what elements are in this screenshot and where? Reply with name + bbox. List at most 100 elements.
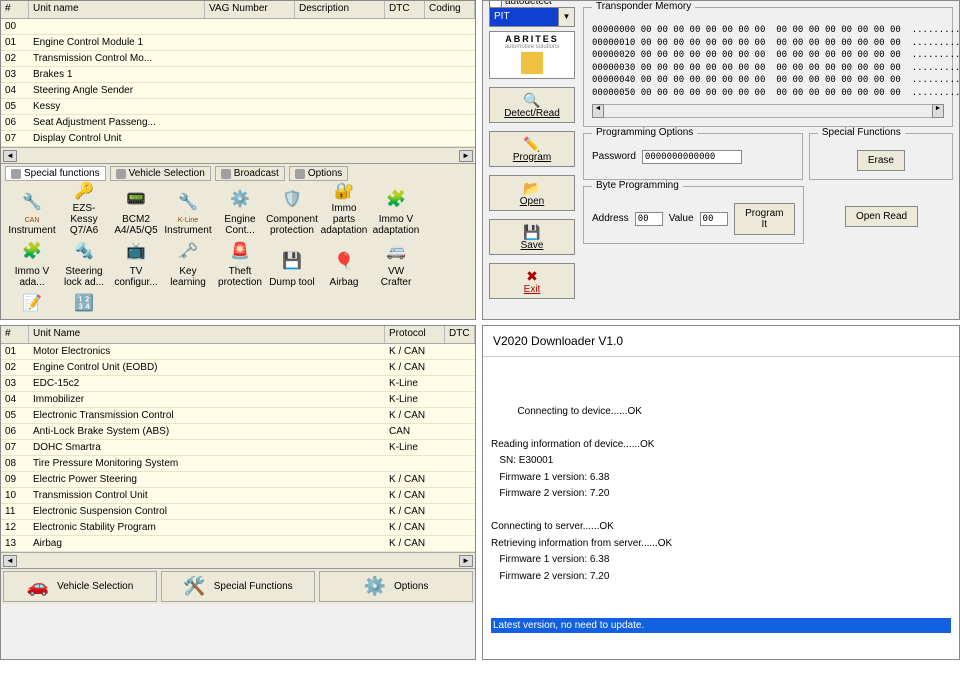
table-row[interactable]: 01Motor ElectronicsK / CAN (1, 344, 475, 360)
erase-button[interactable]: Erase (857, 150, 905, 171)
address-input[interactable] (635, 212, 663, 226)
tool-bcm2[interactable]: 📟BCM2 A4/A5/Q5 (111, 187, 161, 237)
custom-read-icon: 📝 (19, 292, 45, 316)
tool-instrument-can[interactable]: 🔧CANInstrument (7, 187, 57, 237)
save-button[interactable]: 💾Save (489, 219, 575, 255)
tool-airbag[interactable]: 🎈Airbag (319, 239, 369, 289)
th-unitname[interactable]: Unit name (29, 1, 205, 18)
table-row[interactable]: 06Anti-Lock Brake System (ABS)CAN (1, 424, 475, 440)
airbag-icon: 🎈 (331, 249, 357, 275)
tool-steering-lock[interactable]: 🔩Steering lock ad... (59, 239, 109, 289)
panel-transponder: autodetect PIT▼ ABRITESautomotive soluti… (482, 0, 960, 320)
password-input[interactable] (642, 150, 742, 164)
tool-immo-v-adapt[interactable]: 🧩Immo V adaptation (371, 187, 421, 237)
th-coding[interactable]: Coding (425, 1, 475, 18)
tool-theft-prot[interactable]: 🚨Theft protection (215, 239, 265, 289)
bottom-toolbar: 🚗Vehicle Selection 🛠️Special Functions ⚙… (1, 568, 475, 604)
table-row[interactable]: 00 (1, 19, 475, 35)
tool-tv-config[interactable]: 📺TV configur... (111, 239, 161, 289)
table-row[interactable]: 05Kessy (1, 99, 475, 115)
th-protocol[interactable]: Protocol (385, 326, 445, 343)
close-icon: ✖ (526, 268, 538, 284)
tab-vehicle-selection[interactable]: Vehicle Selection (110, 166, 211, 181)
magnifier-icon: 🔍 (523, 92, 540, 108)
table-row[interactable]: 08Tire Pressure Monitoring System (1, 456, 475, 472)
instrument-can-icon: 🔧 (19, 189, 45, 215)
tool-pin-conv[interactable]: 🔢PIN Converter (59, 291, 109, 320)
pencil-icon: ✏️ (523, 136, 540, 152)
table-row[interactable]: 02Transmission Control Mo... (1, 51, 475, 67)
table-row[interactable]: 04Steering Angle Sender (1, 83, 475, 99)
program-button[interactable]: ✏️Program (489, 131, 575, 167)
th-num[interactable]: # (1, 1, 29, 18)
th-vag[interactable]: VAG Number (205, 1, 295, 18)
tool-ezs-kessy[interactable]: 🔑EZS-Kessy Q7/A6 (59, 187, 109, 237)
tabstrip: Special functions Vehicle Selection Broa… (1, 163, 475, 183)
tool-dump-tool[interactable]: 💾Dump tool (267, 239, 317, 289)
table-row[interactable]: 03EDC-15c2K-Line (1, 376, 475, 392)
table-row[interactable]: 06Seat Adjustment Passeng... (1, 115, 475, 131)
theft-prot-icon: 🚨 (227, 240, 253, 264)
table-row[interactable]: 03Brakes 1 (1, 67, 475, 83)
unit-table: # Unit name VAG Number Description DTC C… (1, 1, 475, 147)
tab-special-functions[interactable]: Special functions (5, 166, 106, 181)
th-desc[interactable]: Description (295, 1, 385, 18)
immo-parts-icon: 🔐 (331, 183, 357, 201)
special-functions-button[interactable]: 🛠️Special Functions (161, 571, 315, 602)
value-input[interactable] (700, 212, 728, 226)
detect-read-button[interactable]: 🔍Detect/Read (489, 87, 575, 123)
logo-square-icon (521, 52, 543, 74)
tv-config-icon: 📺 (123, 240, 149, 264)
tool-instrument-kline[interactable]: 🔧K-LineInstrument (163, 187, 213, 237)
tool-custom-read[interactable]: 📝Custom Read/Update (7, 291, 57, 320)
immo-v-adapt-icon: 🧩 (383, 188, 409, 212)
programming-options-group: Programming Options Password (583, 133, 803, 180)
table-row[interactable]: 01Engine Control Module 1 (1, 35, 475, 51)
tool-immo-v-ada[interactable]: 🧩Immo V ada... (7, 239, 57, 289)
options-button[interactable]: ⚙️Options (319, 571, 473, 602)
tool-engine-cont[interactable]: ⚙️Engine Cont... (215, 187, 265, 237)
tool-vw-crafter[interactable]: 🚐VW Crafter (371, 239, 421, 289)
th-dtc[interactable]: DTC (385, 1, 425, 18)
console-output: Connecting to device......OK Reading inf… (483, 357, 959, 660)
exit-button[interactable]: ✖Exit (489, 263, 575, 299)
transponder-select[interactable]: PIT▼ (489, 7, 575, 27)
wrench-icon: 🛠️ (183, 576, 205, 597)
scrollbar-h[interactable]: ◄► (1, 552, 475, 568)
scrollbar-h[interactable]: ◄► (1, 147, 475, 163)
vehicle-selection-button[interactable]: 🚗Vehicle Selection (3, 571, 157, 602)
tool-component[interactable]: 🛡️Component protection (267, 187, 317, 237)
table-row[interactable]: 09Electric Power SteeringK / CAN (1, 472, 475, 488)
table-row[interactable]: 13AirbagK / CAN (1, 536, 475, 552)
th-dtc[interactable]: DTC (445, 326, 475, 343)
table-row[interactable]: 02Engine Control Unit (EOBD)K / CAN (1, 360, 475, 376)
key-learning-icon: 🗝️ (175, 240, 201, 264)
memory-hexdump[interactable]: 00000000 00 00 00 00 00 00 00 00 00 00 0… (592, 24, 944, 100)
table-row[interactable]: 07Display Control Unit (1, 131, 475, 147)
panel-unit-list-bottom: # Unit Name Protocol DTC 01Motor Electro… (0, 325, 476, 660)
options-icon (295, 169, 305, 179)
table-row[interactable]: 11Electronic Suspension ControlK / CAN (1, 504, 475, 520)
program-it-button[interactable]: Program It (734, 203, 796, 235)
window-title: V2020 Downloader V1.0 (483, 326, 959, 357)
open-button[interactable]: 📂Open (489, 175, 575, 211)
table-row[interactable]: 04ImmobilizerK-Line (1, 392, 475, 408)
broadcast-icon (221, 169, 231, 179)
tab-broadcast[interactable]: Broadcast (215, 166, 285, 181)
pin-conv-icon: 🔢 (71, 292, 97, 316)
address-label: Address (592, 213, 629, 224)
table-header-2: # Unit Name Protocol DTC (1, 326, 475, 344)
tab-options[interactable]: Options (289, 166, 348, 181)
instrument-kline-icon: 🔧 (175, 189, 201, 215)
tool-immo-parts[interactable]: 🔐Immo parts adaptation (319, 187, 369, 237)
gear-icon: ⚙️ (364, 576, 386, 597)
tool-key-learning[interactable]: 🗝️Key learning (163, 239, 213, 289)
table-row[interactable]: 05Electronic Transmission ControlK / CAN (1, 408, 475, 424)
table-row[interactable]: 12Electronic Stability ProgramK / CAN (1, 520, 475, 536)
memory-scrollbar[interactable]: ◄► (592, 104, 944, 118)
table-row[interactable]: 07DOHC SmartraK-Line (1, 440, 475, 456)
open-read-button[interactable]: Open Read (845, 206, 918, 227)
th-unitname[interactable]: Unit Name (29, 326, 385, 343)
table-row[interactable]: 10Transmission Control UnitK / CAN (1, 488, 475, 504)
th-num[interactable]: # (1, 326, 29, 343)
